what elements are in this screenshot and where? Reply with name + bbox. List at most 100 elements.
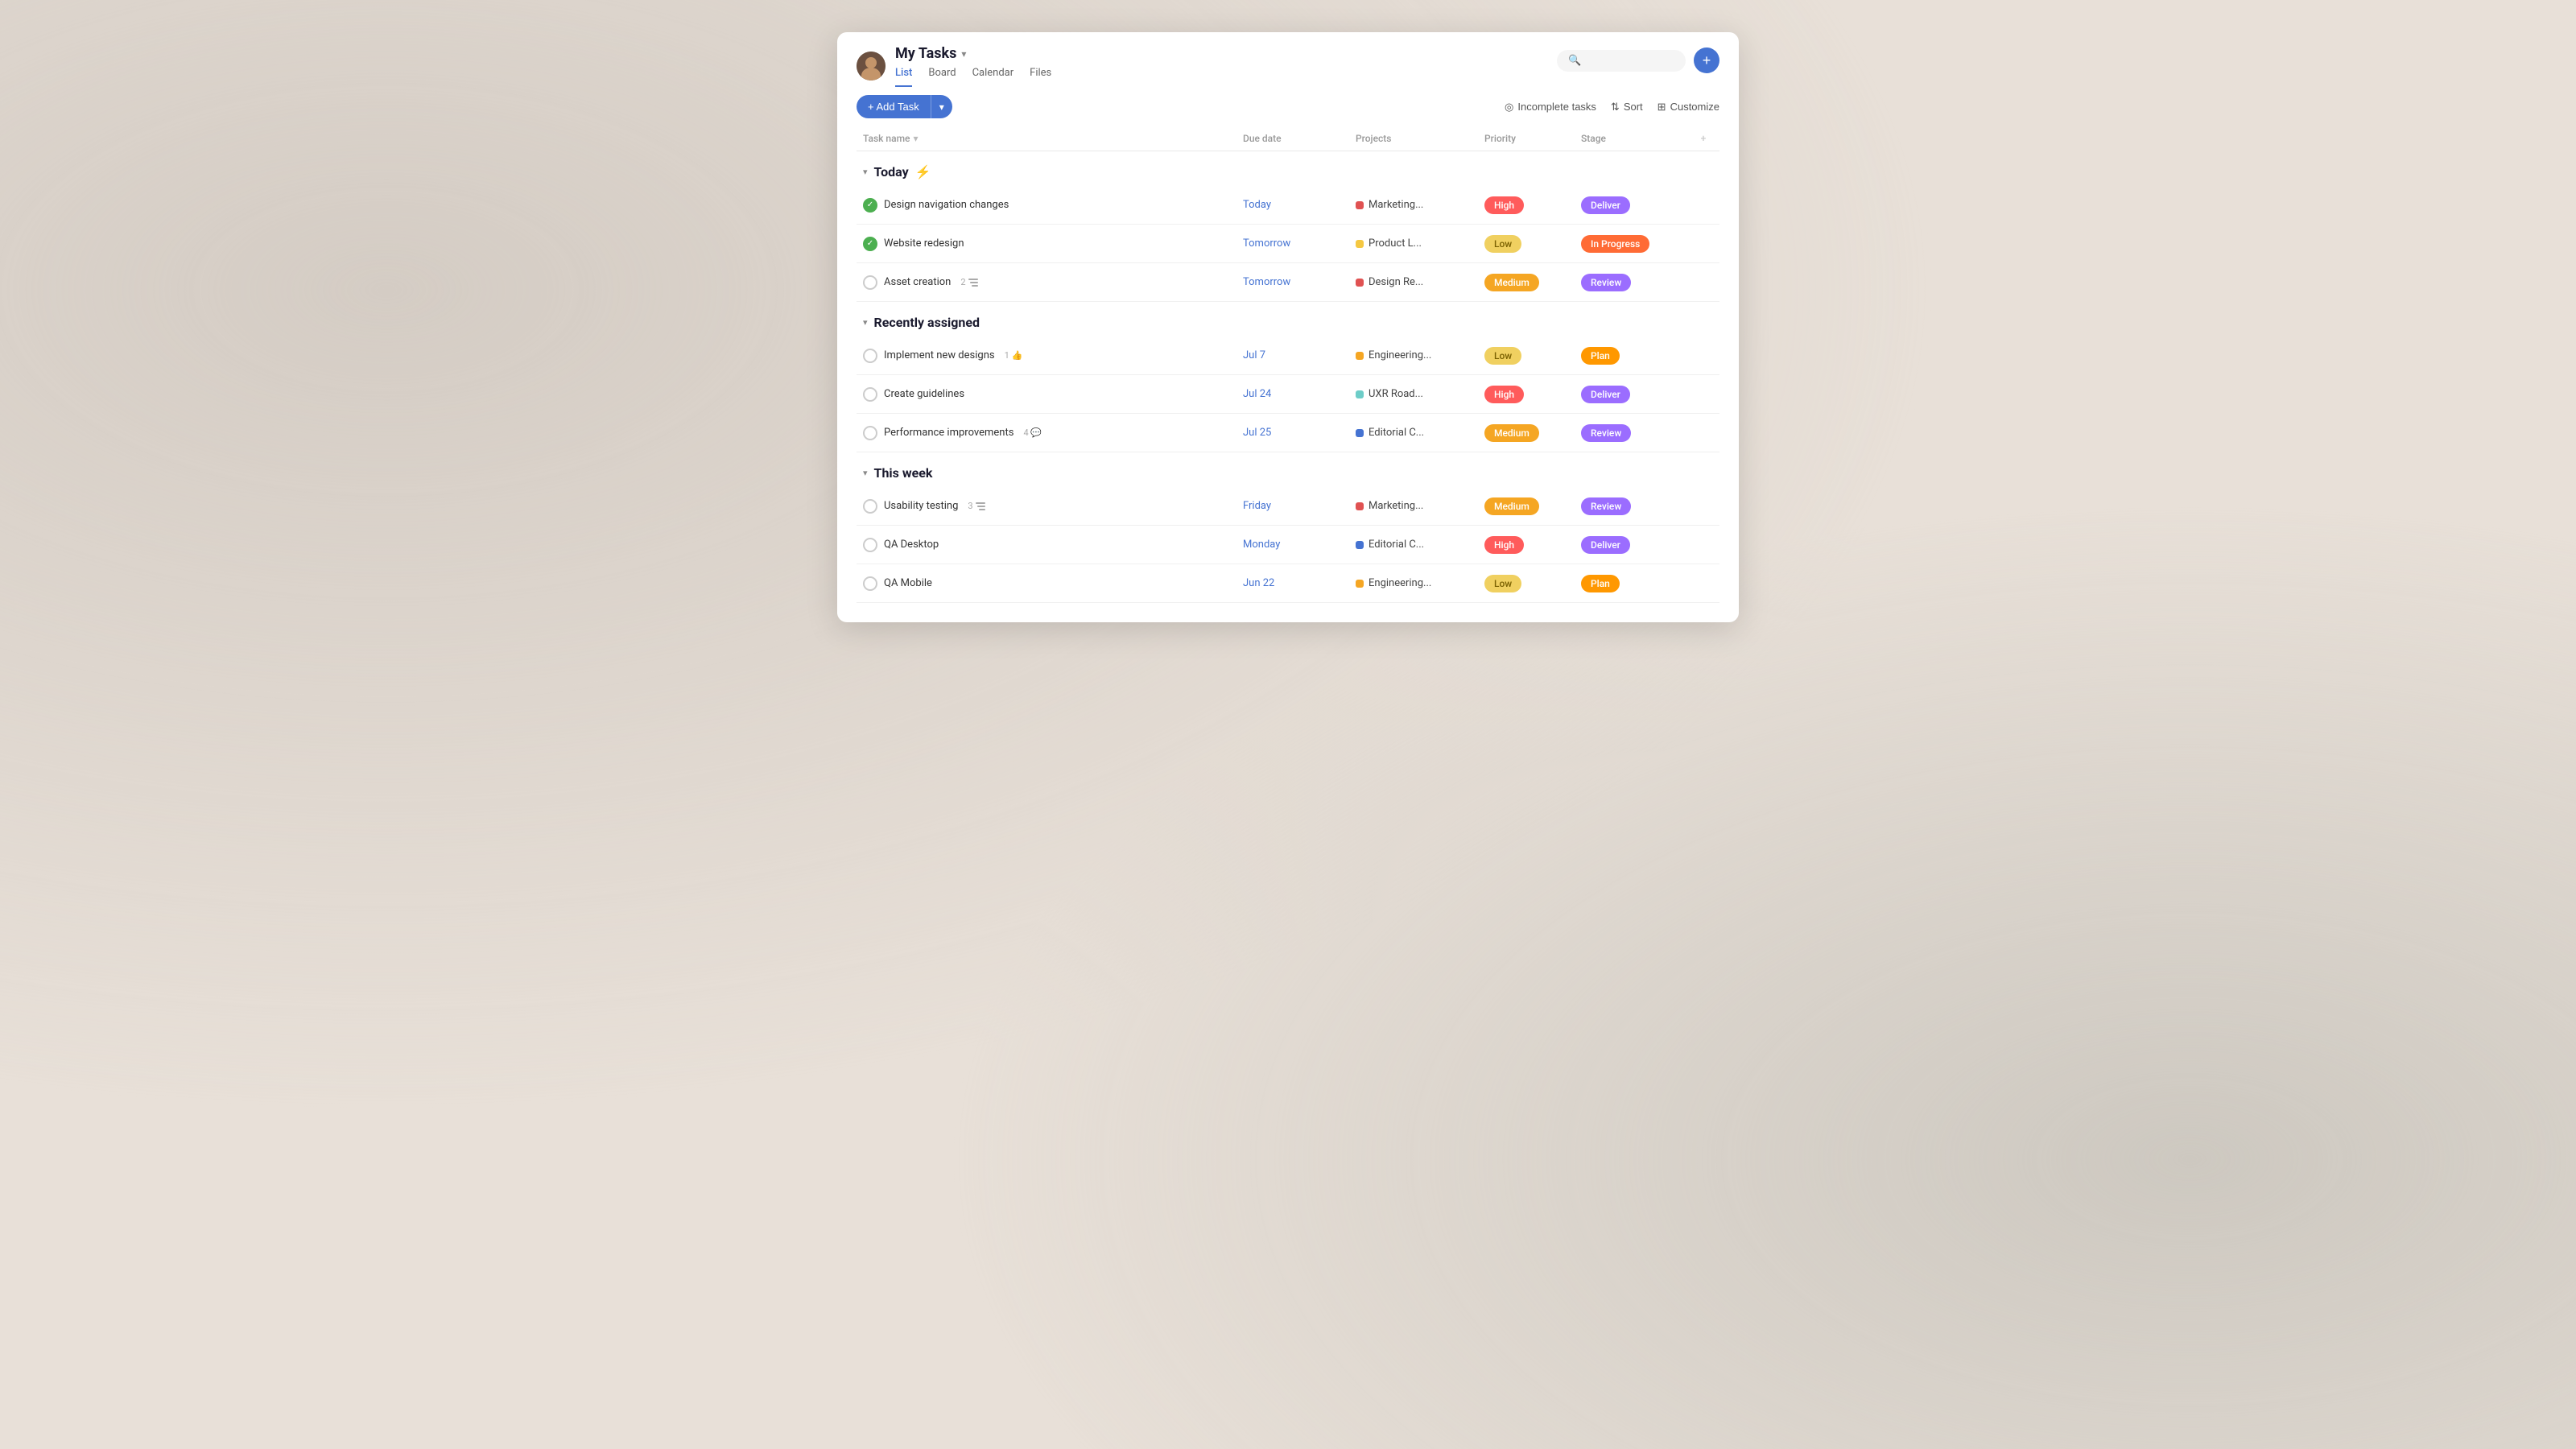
task-name-cell: Usability testing 3 <box>857 499 1236 514</box>
stage-badge: Deliver <box>1581 386 1630 403</box>
stage-cell: Plan <box>1575 575 1687 592</box>
add-task-group: + Add Task ▾ <box>857 95 952 118</box>
task-checkbox[interactable] <box>863 349 877 363</box>
project-text: UXR Road... <box>1368 388 1423 400</box>
stage-cell: Deliver <box>1575 196 1687 214</box>
task-row: QA Mobile Jun 22 Engineering... Low Plan <box>857 564 1719 603</box>
project-text: Editorial C... <box>1368 539 1424 551</box>
search-box[interactable]: 🔍 <box>1557 50 1686 72</box>
add-task-button[interactable]: + Add Task <box>857 95 931 118</box>
task-checkbox[interactable] <box>863 387 877 402</box>
project-cell: Engineering... <box>1349 577 1478 589</box>
stage-badge: In Progress <box>1581 235 1649 253</box>
task-text[interactable]: Create guidelines <box>884 388 964 400</box>
stage-cell: Plan <box>1575 347 1687 365</box>
task-text[interactable]: Asset creation <box>884 276 951 288</box>
task-text[interactable]: QA Mobile <box>884 577 932 589</box>
task-text[interactable]: Performance improvements <box>884 427 1013 439</box>
due-date-cell: Jul 7 <box>1236 349 1349 361</box>
project-dot <box>1356 279 1364 287</box>
add-task-dropdown[interactable]: ▾ <box>931 95 952 118</box>
project-text: Marketing... <box>1368 199 1423 211</box>
task-name-cell: QA Mobile <box>857 576 1236 591</box>
due-date-cell: Tomorrow <box>1236 237 1349 250</box>
stage-badge: Plan <box>1581 347 1620 365</box>
tab-board[interactable]: Board <box>928 67 956 87</box>
tab-list[interactable]: List <box>895 67 912 87</box>
due-date-cell: Jul 24 <box>1236 388 1349 400</box>
task-text[interactable]: Website redesign <box>884 237 964 250</box>
table-header: Task name ▾ Due date Projects Priority S… <box>857 126 1719 151</box>
section-chevron-recently-assigned: ▾ <box>863 317 868 328</box>
stage-cell: Review <box>1575 424 1687 442</box>
section-header-recently-assigned[interactable]: ▾ Recently assigned <box>857 302 1719 336</box>
col-add[interactable]: + <box>1687 133 1719 144</box>
task-name-cell: ✓ Website redesign <box>857 237 1236 251</box>
section-title-this-week: This week <box>874 465 933 481</box>
task-row: ✓ Design navigation changes Today Market… <box>857 186 1719 225</box>
task-text[interactable]: QA Desktop <box>884 539 939 551</box>
tab-files[interactable]: Files <box>1030 67 1051 87</box>
stage-cell: Deliver <box>1575 536 1687 554</box>
stage-badge: Deliver <box>1581 536 1630 554</box>
main-window: My Tasks ▾ List Board Calendar Files 🔍 +… <box>837 32 1739 622</box>
task-checkbox[interactable] <box>863 576 877 591</box>
stage-badge: Review <box>1581 274 1631 291</box>
project-dot <box>1356 390 1364 398</box>
priority-badge: Low <box>1484 347 1521 365</box>
task-checkbox[interactable] <box>863 538 877 552</box>
sort-button[interactable]: ⇅ Sort <box>1611 101 1643 114</box>
project-cell: Marketing... <box>1349 500 1478 512</box>
task-row: Implement new designs 1 👍 Jul 7 Engineer… <box>857 336 1719 375</box>
toolbar: + Add Task ▾ ◎ Incomplete tasks ⇅ Sort ⊞… <box>837 87 1739 126</box>
task-checkbox[interactable]: ✓ <box>863 198 877 213</box>
task-checkbox[interactable]: ✓ <box>863 237 877 251</box>
priority-badge: High <box>1484 386 1524 403</box>
table-container: Task name ▾ Due date Projects Priority S… <box>837 126 1739 622</box>
priority-cell: High <box>1478 386 1575 403</box>
project-text: Product L... <box>1368 237 1422 250</box>
add-button-circle[interactable]: + <box>1694 47 1719 73</box>
circle-icon: ◎ <box>1505 101 1513 114</box>
incomplete-tasks-button[interactable]: ◎ Incomplete tasks <box>1505 101 1596 114</box>
tab-calendar[interactable]: Calendar <box>972 67 1014 87</box>
project-text: Marketing... <box>1368 500 1423 512</box>
section-title-recently-assigned: Recently assigned <box>874 315 980 330</box>
like-icon: 1 👍 <box>1005 350 1023 361</box>
priority-badge: Low <box>1484 235 1521 253</box>
priority-cell: High <box>1478 196 1575 214</box>
project-dot <box>1356 201 1364 209</box>
col-due-date: Due date <box>1236 133 1349 144</box>
project-cell: Engineering... <box>1349 349 1478 361</box>
section-icon-today: ⚡ <box>915 164 931 180</box>
avatar[interactable] <box>857 52 886 80</box>
sort-icon: ⇅ <box>1611 101 1620 114</box>
subtask-icon: 3 <box>968 501 985 512</box>
due-date-cell: Today <box>1236 199 1349 211</box>
project-cell: Product L... <box>1349 237 1478 250</box>
section-header-this-week[interactable]: ▾ This week <box>857 452 1719 487</box>
due-date-cell: Tomorrow <box>1236 276 1349 288</box>
project-dot <box>1356 580 1364 588</box>
task-text[interactable]: Usability testing <box>884 500 958 512</box>
task-text[interactable]: Implement new designs <box>884 349 995 361</box>
task-checkbox[interactable] <box>863 275 877 290</box>
task-row: Create guidelines Jul 24 UXR Road... Hig… <box>857 375 1719 414</box>
comment-icon: 4 💬 <box>1023 427 1042 438</box>
task-checkbox[interactable] <box>863 499 877 514</box>
due-date-cell: Friday <box>1236 500 1349 512</box>
priority-badge: Low <box>1484 575 1521 592</box>
task-checkbox[interactable] <box>863 426 877 440</box>
task-text[interactable]: Design navigation changes <box>884 199 1009 211</box>
priority-badge: Medium <box>1484 274 1539 291</box>
task-name-cell: Asset creation 2 <box>857 275 1236 290</box>
header-title-area: My Tasks ▾ List Board Calendar Files <box>895 45 1547 87</box>
chevron-down-icon[interactable]: ▾ <box>961 48 966 60</box>
task-row: ✓ Website redesign Tomorrow Product L...… <box>857 225 1719 263</box>
task-row: Asset creation 2 Tomorrow Design Re... M… <box>857 263 1719 302</box>
toolbar-right: ◎ Incomplete tasks ⇅ Sort ⊞ Customize <box>1505 101 1719 114</box>
section-header-today[interactable]: ▾ Today ⚡ <box>857 151 1719 186</box>
header: My Tasks ▾ List Board Calendar Files 🔍 + <box>837 32 1739 87</box>
project-dot <box>1356 352 1364 360</box>
customize-button[interactable]: ⊞ Customize <box>1657 101 1719 114</box>
